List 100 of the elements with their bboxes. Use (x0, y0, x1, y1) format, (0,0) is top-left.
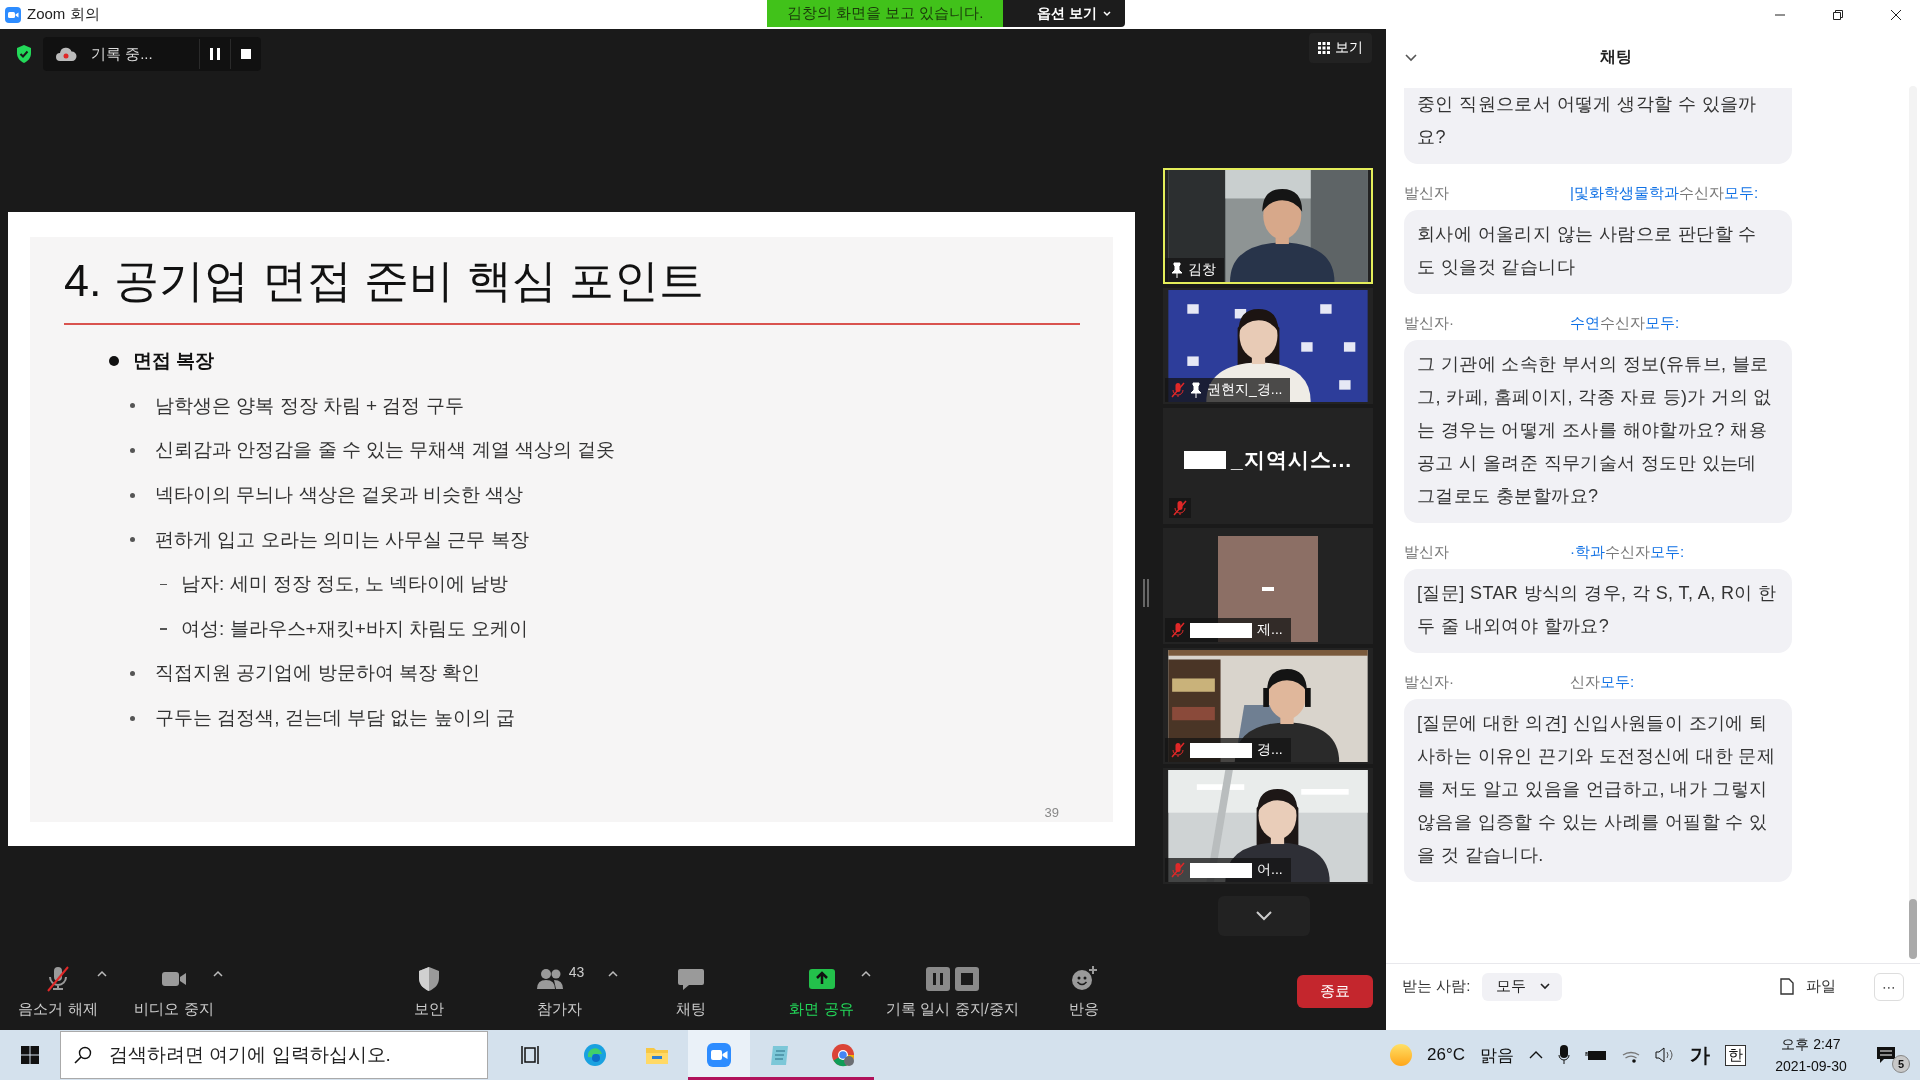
participant-name: 김창 (1188, 261, 1216, 279)
bullet-text: 면접 복장 (133, 349, 215, 374)
view-button[interactable]: 보기 (1309, 33, 1372, 63)
toolbar-button[interactable]: 비디오 중지 (116, 962, 232, 1020)
bullet-icon (130, 715, 135, 721)
view-options-button[interactable]: 옵션 보기 (1003, 0, 1125, 27)
bullet-icon (130, 448, 135, 453)
chevron-down-icon[interactable] (1405, 53, 1417, 62)
input-mode-indicator[interactable]: 한 (1725, 1044, 1746, 1066)
toolbar-button[interactable]: 기록 일시 중지/중지 (887, 962, 1018, 1020)
restore-icon[interactable] (1832, 8, 1844, 21)
recipient-name: 모두: (1650, 542, 1685, 560)
toolbar-button[interactable]: 화면 공유 (756, 962, 887, 1020)
notification-icon[interactable] (1876, 1046, 1896, 1064)
temperature: 26°C (1427, 1045, 1465, 1065)
recipient-name: 모두: (1723, 183, 1759, 201)
sender-label: 발신자· (1404, 672, 1455, 692)
video-tile[interactable]: 김창 (1163, 168, 1373, 284)
file-button[interactable]: 파일 (1774, 976, 1842, 997)
microphone-icon[interactable] (1558, 1045, 1570, 1065)
zoom-logo-icon (5, 6, 21, 23)
resize-handle[interactable] (1143, 579, 1149, 607)
battery-icon[interactable] (1585, 1049, 1607, 1061)
clock-date[interactable]: 2021-09-30 (1775, 1058, 1847, 1074)
chevron-up-icon[interactable] (1529, 1051, 1543, 1059)
toolbar-button[interactable]: 반응 (1018, 962, 1149, 1020)
recipient-label: 수신자 (1600, 313, 1645, 331)
file-icon (1780, 978, 1794, 995)
bullet-text: 넥타이의 무늬나 색상은 겉옷과 비슷한 색상 (155, 483, 524, 508)
video-camera-icon (707, 1042, 731, 1067)
recipient-label: 신자 (1570, 672, 1600, 690)
slide-title: 4. 공기업 면접 준비 핵심 포인트 (64, 254, 706, 308)
message-bubble: 회사에 어울리지 않는 사람으로 판단할 수 도 잇을것 같습니다 (1404, 210, 1792, 294)
page-number: 39 (1044, 805, 1059, 820)
recipient-name: 모두: (1645, 313, 1680, 331)
caret-icon[interactable] (860, 969, 871, 978)
chevron-down-icon (1256, 911, 1272, 921)
participant-name: _지역시스... (1230, 447, 1353, 473)
more-button[interactable]: ⋯ (1874, 972, 1904, 1001)
participant-count: 43 (568, 963, 585, 980)
video-tile[interactable]: _지역시스... (1163, 408, 1373, 524)
taskbar-app-button[interactable] (688, 1030, 750, 1080)
grid-icon (1318, 42, 1330, 54)
message-bubble: [질문에 대한 의견] 신입사원들이 조기에 퇴사하는 이유인 끈기와 도전정신에 대한 문제를 저도 알고 있음을 언급하고, 내가 그렇지 않음을 입증할 수 있는 사례를 어필할 수 있을 것 같습니다. (1404, 699, 1792, 882)
weather-text: 맑음 (1480, 1044, 1514, 1067)
edge-browser-icon (583, 1042, 607, 1067)
chevron-down-icon (1102, 10, 1111, 17)
recipient-dropdown[interactable]: 모두 (1482, 972, 1563, 1001)
chat-title: 채팅 (1600, 47, 1632, 67)
participant-name: 권현지_경... (1207, 381, 1283, 399)
bullet-text: 남학생은 양복 정장 차림 + 검정 구두 (155, 393, 464, 418)
share-status-banner: 김창의 화면을 보고 있습니다. (767, 0, 1003, 27)
bullet-text: 편하게 입고 오라는 의미는 사무실 근무 복장 (155, 527, 529, 552)
scrollbar[interactable] (1909, 86, 1917, 959)
bullet-text: 여성: 블라우스+재킷+바지 차림도 오케이 (181, 616, 529, 641)
clock-time[interactable]: 오후 2:47 (1781, 1036, 1841, 1054)
search-field[interactable]: 검색하려면 여기에 입력하십시오. (60, 1031, 488, 1079)
input-language[interactable]: 가 (1690, 1041, 1710, 1069)
caret-icon[interactable] (608, 969, 619, 978)
chrome-browser-icon (831, 1042, 855, 1067)
notification-count: 5 (1892, 1055, 1910, 1073)
cloud-record-icon (55, 46, 77, 62)
bullet-text: 직접지원 공기업에 방문하여 복장 확인 (155, 661, 481, 686)
participant-name: 어... (1257, 861, 1283, 879)
toolbar-button[interactable]: 채팅 (625, 962, 756, 1020)
sender-label: 발신자· (1404, 313, 1455, 333)
video-tile[interactable]: 권현지_경... (1163, 288, 1373, 404)
sender-name: ·학과 (1570, 542, 1605, 560)
recipient-label: 수신자 (1678, 183, 1724, 201)
caret-icon[interactable] (97, 969, 107, 978)
caret-icon[interactable] (213, 969, 223, 978)
message-bubble: [질문] STAR 방식의 경우, 각 S, T, A, R이 한두 줄 내외여야 할까요? (1404, 569, 1792, 653)
end-meeting-button[interactable]: 종료 (1297, 974, 1373, 1008)
toolbar-button[interactable]: 43 참가자 (494, 962, 625, 1020)
video-tile[interactable]: 어... (1163, 768, 1373, 884)
bullet-icon (130, 537, 135, 543)
bullet-text: 신뢰감과 안정감을 줄 수 있는 무채색 계열 색상의 겉옷 (155, 438, 616, 463)
video-tile[interactable]: 경... (1163, 648, 1373, 764)
participant-name: 제... (1257, 621, 1283, 639)
bullet-text: 남자: 세미 정장 정도, 노 넥타이에 남방 (181, 572, 509, 597)
windows-start-icon[interactable] (21, 1046, 39, 1064)
bullet-icon (130, 403, 135, 409)
sender-label: 발신자 (1404, 183, 1450, 203)
toolbar-button[interactable]: 보안 (363, 962, 494, 1020)
recording-label: 기록 중... (90, 44, 154, 64)
bullet-icon (130, 492, 135, 498)
message-bubble: 그 기관에 소속한 부서의 정보(유튜브, 블로그, 카페, 홈페이지, 각종 자료 등)가 거의 없는 경우는 어떻게 조사를 해야할까요? 채용공고 시 올려준 직무기술서 정도만 있는데 그걸로도 충분할까요? (1404, 340, 1792, 523)
close-icon[interactable] (1890, 8, 1902, 21)
participant-name: 경... (1257, 741, 1283, 759)
recipient-label: 수신자 (1605, 542, 1650, 560)
sender-label: 발신자 (1404, 542, 1450, 562)
recipient-name: 모두: (1600, 672, 1635, 690)
bullet-icon (130, 670, 135, 676)
speaker-icon[interactable] (1655, 1047, 1675, 1063)
shield-check-icon[interactable] (15, 44, 33, 64)
chevron-down-icon (1540, 983, 1551, 990)
sender-name: 수연 (1570, 313, 1600, 331)
video-tile[interactable]: 제... (1163, 528, 1373, 644)
toolbar-button[interactable]: 음소거 해제 (0, 962, 116, 1020)
message-bubble: 중인 직원으로서 어떻게 생각할 수 있을까요? (1404, 88, 1792, 164)
